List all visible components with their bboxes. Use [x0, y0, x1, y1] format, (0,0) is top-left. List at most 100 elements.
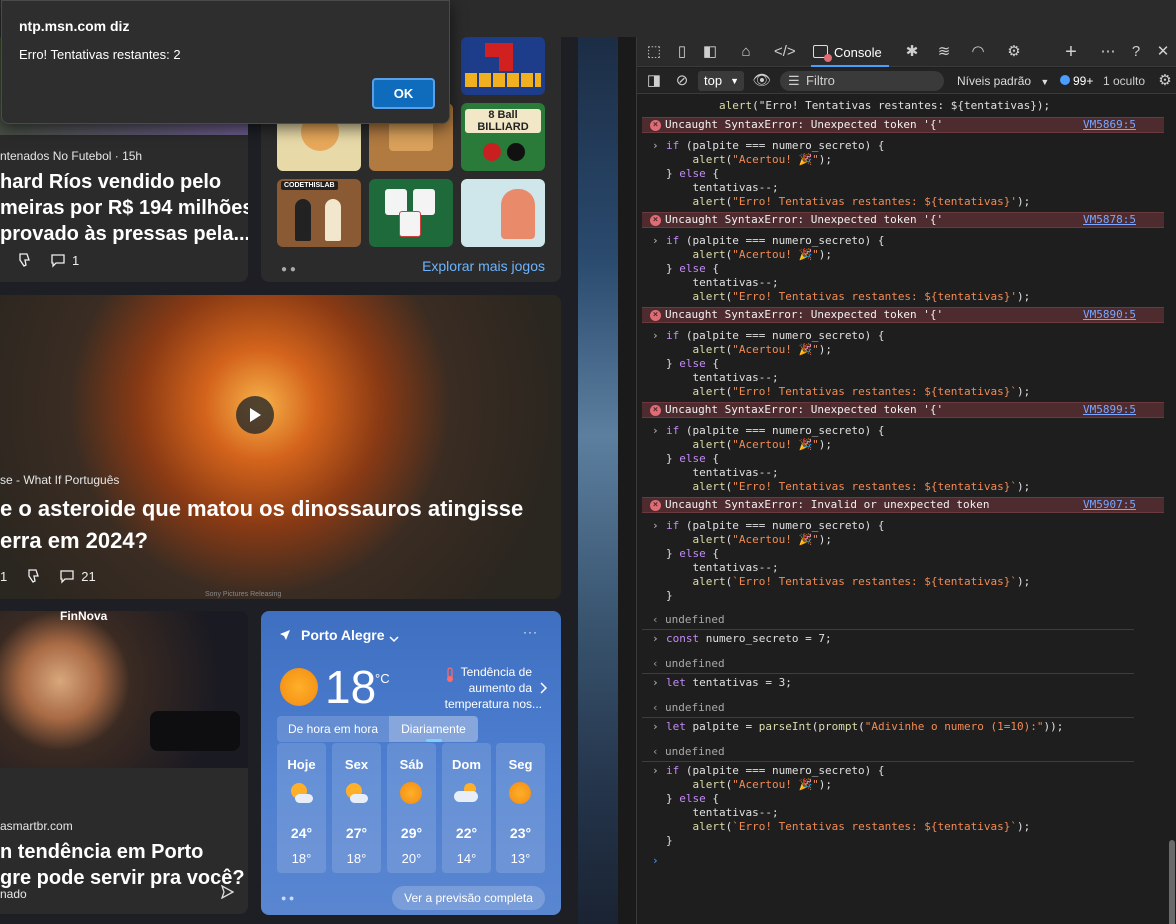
source-link[interactable]: VM5869:5: [1083, 118, 1136, 132]
filter-input[interactable]: ☰ Filtro: [780, 71, 944, 91]
chevron-down-icon[interactable]: [389, 630, 399, 648]
forecast-day[interactable]: Hoje 24° 18°: [277, 743, 326, 873]
dock-icon[interactable]: ◧: [700, 42, 720, 62]
eye-icon[interactable]: 👁: [752, 71, 772, 91]
inspect-icon[interactable]: ⬚: [644, 42, 664, 62]
sunny-icon: [280, 668, 318, 706]
network-icon[interactable]: ≋: [934, 42, 954, 62]
game-tile-mahjong[interactable]: [369, 179, 453, 247]
video-card-asteroid[interactable]: se - What If Português e o asteroide que…: [0, 295, 561, 599]
error-icon: ×: [650, 405, 661, 416]
news-title-line[interactable]: n tendência em Porto: [0, 839, 203, 865]
source-link[interactable]: VM5899:5: [1083, 403, 1136, 417]
expand-chevron-icon[interactable]: ›: [652, 632, 659, 646]
console-code-line: alert("Acertou! 🎉");: [692, 438, 833, 451]
video-title-line[interactable]: erra em 2024?: [0, 527, 148, 555]
dislike-icon[interactable]: [16, 252, 32, 268]
expand-chevron-icon[interactable]: ›: [652, 424, 659, 438]
day-name: Seg: [508, 757, 533, 772]
hidden-count: 1 oculto: [1103, 74, 1146, 88]
close-icon[interactable]: ✕: [1153, 42, 1173, 62]
console-code-line: }: [666, 589, 673, 602]
news-card-trend[interactable]: FinNova asmartbr.com n tendência em Port…: [0, 611, 248, 914]
add-tab-icon[interactable]: +: [1061, 42, 1081, 62]
settings-gear-icon[interactable]: ⚙: [1004, 42, 1024, 62]
clear-console-icon[interactable]: ⊘: [672, 71, 692, 91]
share-icon[interactable]: [220, 884, 235, 904]
page-scrollbar[interactable]: [618, 37, 636, 924]
news-title-line[interactable]: provado às pressas pela...: [0, 221, 248, 247]
tab-hourly[interactable]: De hora em hora: [277, 716, 389, 742]
game-tile-chess[interactable]: CODETHISLAB: [277, 179, 361, 247]
play-button[interactable]: [236, 396, 274, 434]
expand-chevron-icon[interactable]: ›: [652, 139, 659, 153]
device-toolbar-icon[interactable]: ▯: [672, 42, 692, 62]
forecast-day[interactable]: Dom 22° 14°: [442, 743, 491, 873]
forecast-tabs: De hora em hora Diariamente: [277, 716, 478, 742]
weather-location[interactable]: Porto Alegre: [301, 627, 385, 643]
weather-card[interactable]: Porto Alegre ··· 18 °C Tendência de aume…: [261, 611, 561, 915]
console-code-line: alert(`Erro! Tentativas restantes: ${ten…: [692, 820, 1031, 833]
game-tile-hospital[interactable]: [461, 179, 545, 247]
day-name: Sáb: [399, 757, 424, 772]
console-result: ‹ undefined: [642, 654, 1134, 674]
welcome-icon[interactable]: ⌂: [736, 42, 756, 62]
elements-icon[interactable]: </>: [774, 42, 796, 62]
day-low: 20°: [401, 851, 422, 866]
news-footer-text: nado: [0, 887, 27, 901]
debugger-icon[interactable]: ✱: [902, 42, 922, 62]
temperature-unit: °C: [375, 671, 390, 686]
tab-console[interactable]: Console: [811, 37, 889, 67]
expand-chevron-icon[interactable]: ›: [652, 764, 659, 778]
comment-button[interactable]: 1: [50, 252, 79, 268]
source-link[interactable]: VM5878:5: [1083, 213, 1136, 227]
sidebar-toggle-icon[interactable]: ◨: [644, 71, 664, 91]
console-scroll-thumb[interactable]: [1169, 840, 1175, 924]
chevron-right-icon[interactable]: [539, 681, 548, 699]
console-error: × Uncaught SyntaxError: Unexpected token …: [642, 212, 1164, 228]
explore-games-link[interactable]: Explorar mais jogos: [422, 258, 545, 274]
console-error: × Uncaught SyntaxError: Unexpected token …: [642, 117, 1164, 133]
console-code-line: const numero_secreto = 7; ›: [652, 632, 832, 645]
expand-chevron-icon[interactable]: ›: [652, 676, 659, 690]
forecast-day[interactable]: Seg 23° 13°: [496, 743, 545, 873]
like-count[interactable]: 1: [0, 569, 7, 584]
result-value: undefined: [665, 701, 725, 714]
ok-button[interactable]: OK: [372, 78, 435, 109]
day-high: 23°: [509, 825, 532, 841]
console-code-line: tentativas--;: [666, 806, 779, 819]
console-output[interactable]: alert("Erro! Tentativas restantes: ${ten…: [637, 95, 1167, 924]
result-arrow-icon: ‹: [652, 701, 659, 714]
issues-count: 99+: [1073, 74, 1094, 88]
source-link[interactable]: VM5907:5: [1083, 498, 1136, 512]
source-link[interactable]: VM5890:5: [1083, 308, 1136, 322]
more-options-icon[interactable]: ···: [523, 625, 538, 639]
forecast-day[interactable]: Sáb 29° 20°: [387, 743, 436, 873]
video-title-line[interactable]: e o asteroide que matou os dinossauros a…: [0, 495, 523, 523]
video-source: se - What If Português: [0, 473, 120, 487]
chevron-down-icon: ▼: [730, 76, 739, 86]
console-settings-icon[interactable]: ⚙: [1155, 71, 1175, 91]
console-prompt[interactable]: ›: [652, 854, 1167, 868]
more-tools-icon[interactable]: ⋯: [1098, 42, 1118, 62]
issues-badge[interactable]: 99+: [1060, 71, 1093, 91]
levels-dropdown[interactable]: Níveis padrão ▼: [957, 71, 1049, 92]
news-title-line[interactable]: hard Ríos vendido pelo: [0, 169, 221, 195]
forecast-day[interactable]: Sex 27° 18°: [332, 743, 381, 873]
console-scrollbar[interactable]: [1166, 95, 1176, 924]
help-icon[interactable]: ?: [1126, 42, 1146, 62]
console-code-line: alert("Erro! Tentativas restantes: ${ten…: [692, 195, 1031, 208]
game-tile-billiard[interactable]: 8 Ball BILLIARD: [461, 103, 545, 171]
expand-chevron-icon[interactable]: ›: [652, 329, 659, 343]
expand-chevron-icon[interactable]: ›: [652, 519, 659, 533]
comment-button[interactable]: 21: [59, 568, 96, 584]
expand-chevron-icon[interactable]: ›: [652, 234, 659, 248]
expand-chevron-icon[interactable]: ›: [652, 720, 659, 734]
news-title-line[interactable]: meiras por R$ 194 milhões: [0, 195, 248, 221]
performance-icon[interactable]: ◠: [968, 42, 988, 62]
comment-icon: [60, 570, 74, 584]
context-selector[interactable]: top ▼: [698, 71, 744, 91]
dislike-icon[interactable]: [25, 568, 41, 584]
full-forecast-button[interactable]: Ver a previsão completa: [392, 886, 545, 910]
game-tile-tetris[interactable]: [461, 37, 545, 95]
